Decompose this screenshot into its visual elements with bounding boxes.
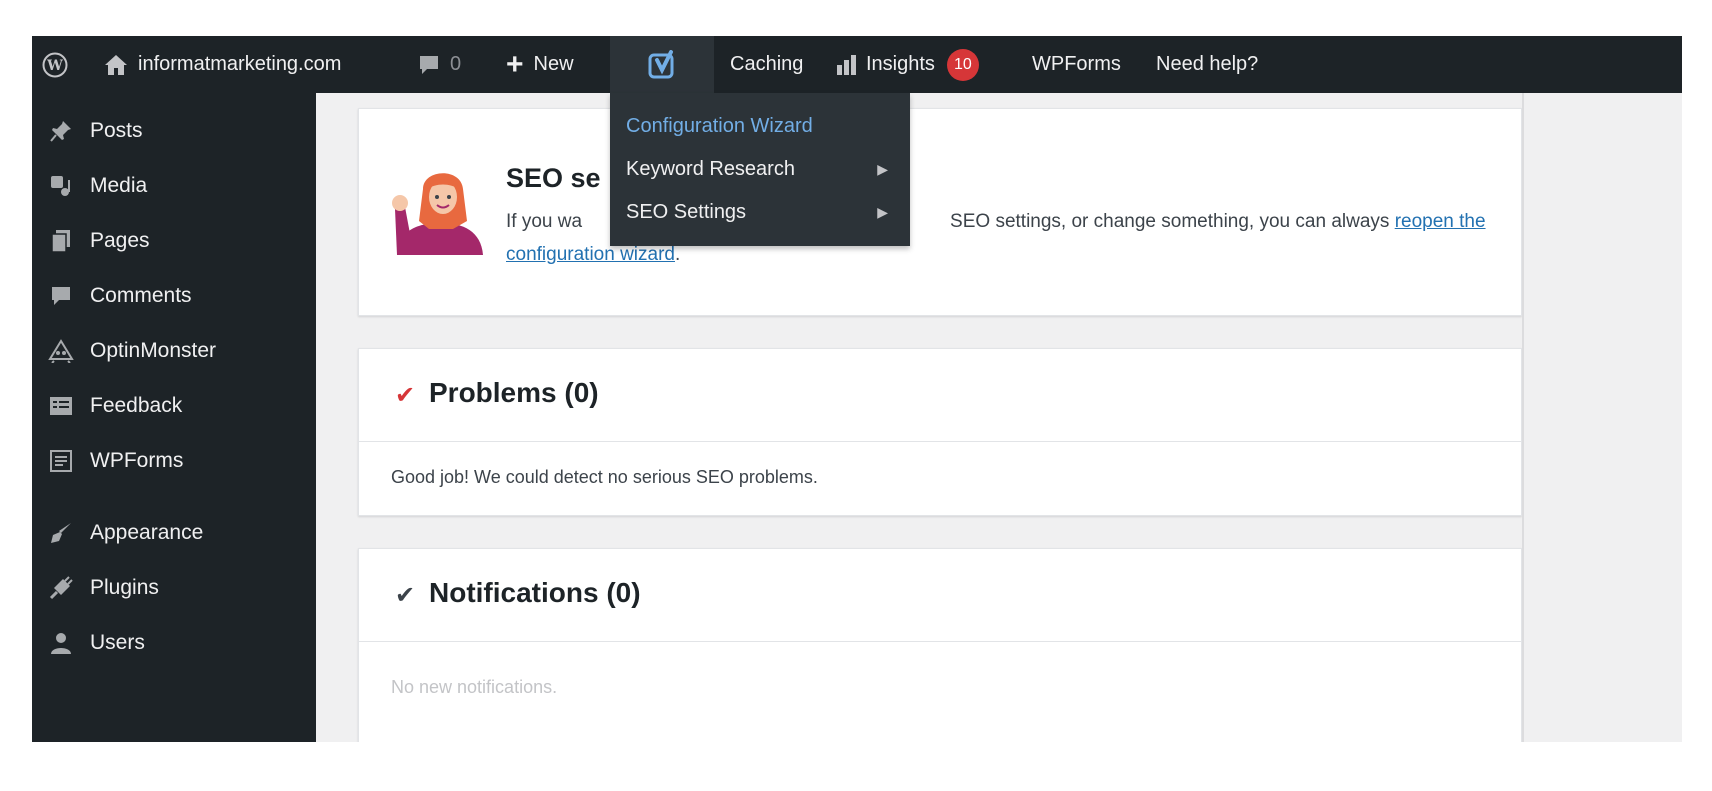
site-name-link[interactable]: informatmarketing.com (104, 36, 341, 93)
configuration-wizard-link-text: configuration wizard (506, 244, 675, 265)
seo-text-mid: SEO settings, or change something, you c… (950, 211, 1395, 232)
insights-label: Insights (866, 53, 935, 75)
notifications-title: Notifications (0) (429, 577, 641, 608)
sidebar-item-media[interactable]: Media (46, 166, 147, 206)
sidebar-item-pages[interactable]: Pages (46, 221, 150, 261)
sidebar-item-posts[interactable]: Posts (46, 111, 143, 151)
menu-item-label: SEO Settings (626, 200, 747, 223)
submenu-arrow-icon: ▶ (877, 160, 888, 177)
seo-settings-card: SEO se If you wa SEO settings, or change … (358, 108, 1522, 316)
new-content-button[interactable]: + New (506, 36, 574, 93)
plus-icon: + (506, 47, 524, 81)
pages-icon (46, 229, 76, 253)
sidebar-item-label: Plugins (90, 576, 159, 599)
menu-item-keyword-research[interactable]: Keyword Research ▶ (626, 148, 896, 190)
help-link[interactable]: Need help? (1156, 36, 1258, 93)
brush-icon (46, 521, 76, 545)
site-name: informatmarketing.com (138, 53, 342, 75)
problems-card: ✔ Problems (0) Good job! We could detect… (358, 348, 1522, 516)
sidebar-item-label: Comments (90, 284, 192, 307)
reopen-link-text: reopen the (1394, 211, 1486, 232)
notifications-card: ✔ Notifications (0) No new notifications… (358, 548, 1522, 742)
pushpin-icon (46, 119, 76, 143)
sidebar-item-label: Media (90, 174, 148, 197)
waving-woman-avatar-icon (389, 159, 493, 263)
sidebar-item-label: Posts (90, 119, 143, 142)
comment-icon (418, 54, 440, 76)
menu-item-label: Configuration Wizard (626, 114, 813, 137)
check-icon: ✔ (395, 582, 416, 609)
problems-title: Problems (0) (429, 377, 599, 408)
caching-link[interactable]: Caching (730, 36, 803, 93)
admin-sidebar: Posts Media Pages Comments OptinMonster (32, 93, 316, 742)
home-icon (104, 54, 128, 76)
media-icon (46, 174, 76, 198)
sidebar-item-plugins[interactable]: Plugins (46, 568, 159, 608)
notifications-header[interactable]: ✔ Notifications (0) (359, 549, 1521, 642)
menu-item-configuration-wizard[interactable]: Configuration Wizard (626, 105, 896, 147)
optinmonster-icon (46, 339, 76, 363)
menu-item-label: Keyword Research (626, 157, 795, 180)
wp-admin-frame: W informatmarketing.com 0 + New Caching (32, 36, 1682, 742)
sidebar-item-users[interactable]: Users (46, 623, 145, 663)
yoast-dropdown-menu: Configuration Wizard Keyword Research ▶ … (610, 93, 910, 246)
submenu-arrow-icon: ▶ (877, 203, 888, 220)
new-label: New (533, 53, 574, 75)
comment-icon (46, 285, 76, 307)
sidebar-item-label: Pages (90, 229, 150, 252)
menu-item-seo-settings[interactable]: SEO Settings ▶ (626, 191, 896, 233)
wordpress-logo-icon: W (42, 52, 68, 78)
svg-text:W: W (46, 58, 63, 74)
sidebar-item-appearance[interactable]: Appearance (46, 513, 203, 553)
seo-text-start: If you wa (506, 211, 583, 232)
yoast-menu-button[interactable] (610, 36, 714, 93)
user-icon (46, 631, 76, 655)
check-icon: ✔ (395, 382, 416, 409)
sidebar-item-label: Feedback (90, 394, 183, 417)
wpforms-label: WPForms (1032, 53, 1121, 75)
bar-chart-icon (836, 54, 858, 75)
sidebar-item-wpforms[interactable]: WPForms (46, 441, 183, 481)
plug-icon (46, 576, 76, 600)
comments-count: 0 (450, 53, 462, 75)
feedback-icon (46, 395, 76, 417)
sidebar-item-label: OptinMonster (90, 339, 217, 362)
admin-bar: W informatmarketing.com 0 + New Caching (32, 36, 1682, 93)
content-divider (1522, 93, 1524, 742)
seo-text-end: . (674, 244, 681, 265)
notifications-body: No new notifications. (391, 677, 558, 697)
sidebar-item-label: Appearance (90, 521, 204, 544)
seo-card-title: SEO se (506, 163, 601, 193)
sidebar-item-optinmonster[interactable]: OptinMonster (46, 331, 216, 371)
help-label: Need help? (1156, 53, 1259, 75)
problems-body: Good job! We could detect no serious SEO… (391, 467, 818, 487)
caching-label: Caching (730, 53, 804, 75)
wpforms-icon (46, 449, 76, 473)
sidebar-item-label: Users (90, 631, 145, 654)
sidebar-item-feedback[interactable]: Feedback (46, 386, 182, 426)
sidebar-item-comments[interactable]: Comments (46, 276, 192, 316)
wpforms-link[interactable]: WPForms (1032, 36, 1121, 93)
comments-link[interactable]: 0 (418, 36, 461, 93)
yoast-logo-icon (647, 49, 677, 80)
insights-badge: 10 (946, 48, 979, 81)
sidebar-item-label: WPForms (90, 449, 184, 472)
insights-link[interactable]: Insights 10 (836, 36, 979, 93)
wordpress-logo-button[interactable]: W (42, 36, 72, 93)
problems-header[interactable]: ✔ Problems (0) (359, 349, 1521, 442)
